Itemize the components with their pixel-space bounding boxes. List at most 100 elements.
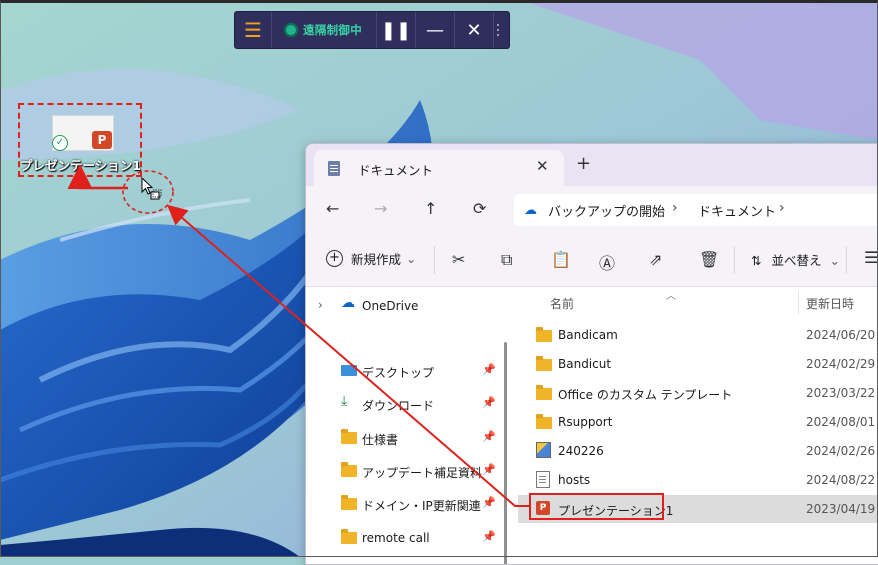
- column-divider[interactable]: [798, 291, 799, 315]
- toolbar-divider: [734, 246, 735, 274]
- back-icon[interactable]: ←: [326, 199, 339, 218]
- nav-item-label: 仕様書: [362, 433, 399, 447]
- sort-icon: ⇅: [751, 253, 762, 268]
- remote-status: 遠隔制御中: [272, 12, 377, 48]
- folder-icon: [536, 414, 552, 429]
- tab-close-icon[interactable]: ✕: [536, 157, 549, 175]
- sync-check-icon: ✓: [52, 135, 68, 151]
- folder-icon: [341, 495, 357, 510]
- nav-item-label: ダウンロード: [362, 399, 435, 413]
- new-tab-button[interactable]: +: [576, 155, 591, 173]
- drag-cursor-icon: [141, 176, 162, 200]
- remote-control-toolbar: ☰ 遠隔制御中 ❚❚ — ✕: [234, 11, 510, 49]
- column-header-name[interactable]: 名前: [550, 295, 574, 312]
- expand-chevron-icon[interactable]: ›: [318, 298, 323, 312]
- copy-icon[interactable]: ⧉: [501, 250, 512, 270]
- folder-icon: [341, 529, 357, 544]
- nav-item-update-docs[interactable]: アップデート補足資料 📌: [306, 457, 502, 485]
- nav-item-label: デスクトップ: [362, 366, 435, 380]
- pin-icon[interactable]: 📌: [482, 396, 496, 409]
- cloud-backup-icon: ☁: [524, 203, 537, 218]
- nav-item-downloads[interactable]: ⤓ ダウンロード 📌: [306, 390, 502, 418]
- file-row-rsupport[interactable]: Rsupport 2024/08/01 17: [518, 408, 878, 436]
- remote-status-text: 遠隔制御中: [303, 23, 362, 37]
- file-row-240226[interactable]: 240226 2024/02/26 14: [518, 437, 878, 465]
- new-label: 新規作成: [351, 252, 402, 267]
- chevron-down-icon: ⌄: [406, 251, 417, 266]
- powerpoint-icon: P: [92, 131, 112, 149]
- rename-icon[interactable]: Ⓐ: [599, 250, 615, 274]
- address-bar[interactable]: ☁ バックアップの開始 › ドキュメント ›: [514, 194, 878, 226]
- image-file-icon: [536, 442, 551, 458]
- document-file-icon: [536, 471, 550, 488]
- tab-title: ドキュメント: [358, 163, 434, 178]
- breadcrumb-chevron-icon[interactable]: ›: [779, 200, 785, 216]
- minimize-button[interactable]: —: [416, 12, 455, 48]
- file-date: 2024/08/22 9:: [806, 473, 878, 487]
- folder-icon: [341, 462, 357, 477]
- desktop-file-icon[interactable]: ✓ P プレゼンテーション1: [18, 103, 142, 177]
- pin-icon[interactable]: 📌: [482, 430, 496, 443]
- file-name: 240226: [558, 444, 604, 458]
- paste-icon[interactable]: 📋: [551, 250, 571, 269]
- cut-icon[interactable]: ✂: [452, 250, 465, 269]
- file-row-hosts[interactable]: hosts 2024/08/22 9:: [518, 466, 878, 494]
- plus-icon: +: [326, 250, 343, 267]
- file-row-bandicam[interactable]: Bandicam 2024/06/20 12: [518, 321, 878, 349]
- tab-strip: ドキュメント ✕ +: [306, 144, 878, 186]
- chevron-down-icon: ⌄: [829, 253, 840, 268]
- close-button[interactable]: ✕: [455, 12, 494, 48]
- nav-item-onedrive[interactable]: › ☁ OneDrive: [306, 292, 502, 320]
- nav-item-label: OneDrive: [362, 299, 419, 313]
- nav-item-label: remote call: [362, 531, 430, 545]
- refresh-icon[interactable]: ⟳: [473, 199, 486, 218]
- onedrive-cloud-icon: ☁: [341, 295, 355, 311]
- forward-icon[interactable]: →: [374, 199, 387, 218]
- view-icon[interactable]: ☰: [864, 248, 878, 267]
- toolbar-divider: [846, 246, 847, 274]
- folder-icon: [536, 356, 552, 371]
- command-bar: + 新規作成 ⌄ ✂ ⧉ 📋 Ⓐ ⇗ 🗑 ⇅ 並べ替え ⌄ ☰: [306, 234, 878, 287]
- delete-icon[interactable]: 🗑: [699, 250, 719, 269]
- tab-documents[interactable]: ドキュメント ✕: [314, 150, 564, 186]
- pause-button[interactable]: ❚❚: [377, 12, 416, 48]
- breadcrumb-separator-icon[interactable]: ›: [672, 200, 678, 216]
- nav-item-specs[interactable]: 仕様書 📌: [306, 424, 502, 452]
- nav-item-domain-ip[interactable]: ドメイン・IP更新関連 📌: [306, 490, 502, 518]
- nav-item-label: ドメイン・IP更新関連: [362, 499, 481, 513]
- file-row-bandicut[interactable]: Bandicut 2024/02/29 17: [518, 350, 878, 378]
- navigation-pane: › ☁ OneDrive デスクトップ 📌 ⤓ ダウンロード 📌 仕様書 📌 ア…: [306, 287, 507, 564]
- nav-item-remote-call[interactable]: remote call 📌: [306, 524, 502, 552]
- file-date: 2024/02/29 17: [806, 357, 878, 371]
- file-row-office-templates[interactable]: Office のカスタム テンプレート 2023/03/22 18: [518, 379, 878, 407]
- file-name: Bandicut: [558, 357, 612, 371]
- backup-start-link[interactable]: バックアップの開始: [548, 201, 665, 220]
- hamburger-icon[interactable]: ☰: [235, 12, 272, 48]
- file-name: Office のカスタム テンプレート: [558, 388, 733, 402]
- pin-icon[interactable]: 📌: [482, 530, 496, 543]
- breadcrumb-documents[interactable]: ドキュメント: [698, 201, 776, 220]
- up-icon[interactable]: ↑: [424, 199, 437, 218]
- nav-item-desktop[interactable]: デスクトップ 📌: [306, 357, 502, 385]
- drag-grip-icon[interactable]: [494, 12, 502, 48]
- nav-scrollbar[interactable]: [504, 342, 507, 564]
- folder-icon: [341, 429, 357, 444]
- status-indicator-icon: [284, 23, 298, 37]
- toolbar-divider: [434, 246, 435, 274]
- minimize-icon: —: [426, 19, 444, 41]
- pin-icon[interactable]: 📌: [482, 363, 496, 376]
- close-icon: ✕: [466, 19, 482, 41]
- new-button[interactable]: + 新規作成 ⌄: [326, 249, 417, 268]
- folder-icon: [536, 385, 552, 400]
- sort-button[interactable]: ⇅ 並べ替え ⌄: [751, 250, 840, 269]
- pin-icon[interactable]: 📌: [482, 496, 496, 509]
- desktop-icon: [341, 363, 357, 376]
- sort-up-icon: ︿: [666, 291, 676, 302]
- share-icon[interactable]: ⇗: [649, 250, 662, 269]
- sort-label: 並べ替え: [771, 253, 822, 268]
- file-date: 2024/06/20 12: [806, 328, 878, 342]
- pin-icon[interactable]: 📌: [482, 463, 496, 476]
- file-name: Bandicam: [558, 328, 618, 342]
- column-header-modified[interactable]: 更新日時: [806, 295, 854, 312]
- download-icon: ⤓: [341, 393, 348, 409]
